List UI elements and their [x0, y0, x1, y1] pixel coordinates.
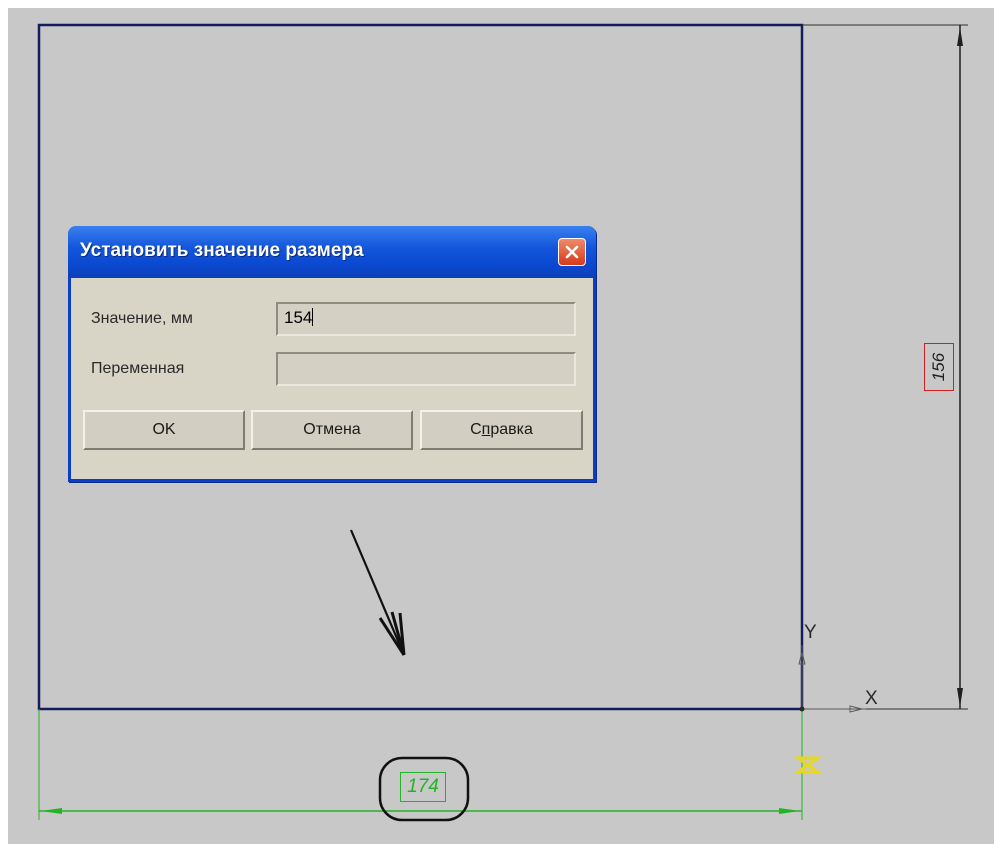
- value-label: Значение, мм: [91, 310, 193, 327]
- annotation-arrow: [349, 529, 406, 656]
- horizontal-dimension-label[interactable]: 174: [400, 772, 446, 802]
- help-label-suffix: равка: [490, 421, 533, 438]
- value-input-text: 154: [284, 308, 313, 327]
- axis-x-label: X: [865, 688, 878, 709]
- value-input[interactable]: 154: [276, 302, 576, 336]
- close-button[interactable]: [558, 238, 586, 266]
- vertical-dimension-arrow-bottom: [957, 688, 963, 707]
- help-label-mnemonic: п: [481, 421, 491, 438]
- origin-point: [799, 706, 805, 712]
- vertical-dimension-value: 156: [929, 352, 948, 382]
- horizontal-dimension-arrow-left: [41, 808, 62, 814]
- variable-label: Переменная: [91, 360, 185, 377]
- help-label-prefix: С: [470, 421, 482, 438]
- vertical-dimension-label[interactable]: 156: [924, 343, 954, 391]
- axis-y-label: Y: [804, 622, 817, 643]
- set-dimension-dialog: Установить значение размера Значение, мм…: [68, 226, 596, 482]
- dialog-title: Установить значение размера: [80, 240, 364, 261]
- ok-button[interactable]: OK: [83, 410, 245, 450]
- variable-input[interactable]: [276, 352, 576, 386]
- dialog-title-bar[interactable]: Установить значение размера: [68, 226, 596, 278]
- text-caret: [312, 308, 314, 326]
- vertical-dimension-arrow-top: [957, 27, 963, 46]
- help-button[interactable]: Сп равка: [420, 410, 583, 450]
- cancel-button[interactable]: Отмена: [251, 410, 413, 450]
- close-icon: [565, 245, 579, 259]
- axis-z-marker: [793, 756, 823, 774]
- horizontal-dimension-arrow-right: [779, 808, 800, 814]
